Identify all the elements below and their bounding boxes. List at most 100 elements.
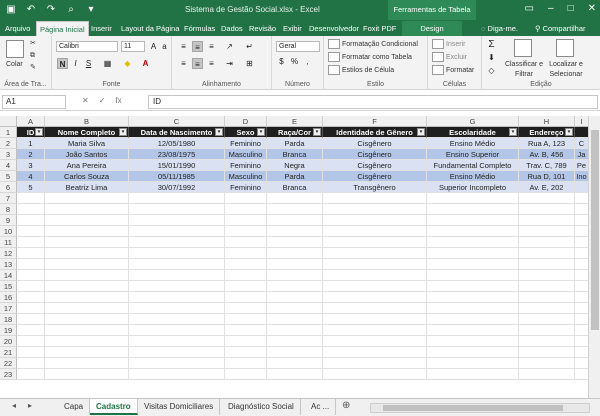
empty-cell[interactable]: [129, 281, 225, 292]
empty-cell[interactable]: [575, 369, 588, 380]
empty-cell[interactable]: [129, 248, 225, 259]
empty-cell[interactable]: [427, 347, 519, 358]
share-button[interactable]: ⚲ Compartilhar: [532, 21, 589, 36]
filter-dropdown-icon[interactable]: ▾: [313, 128, 321, 136]
empty-cell[interactable]: [575, 237, 588, 248]
prev-sheet-icon[interactable]: ◂: [12, 401, 16, 410]
select-all-corner[interactable]: [0, 116, 17, 127]
tab-arquivo[interactable]: Arquivo: [2, 21, 33, 36]
empty-cell[interactable]: [427, 270, 519, 281]
filter-dropdown-icon[interactable]: ▾: [119, 128, 127, 136]
empty-cell[interactable]: [17, 358, 45, 369]
horizontal-scroll-thumb[interactable]: [383, 405, 563, 411]
table-header-cell[interactable]: [575, 127, 588, 138]
empty-cell[interactable]: [17, 292, 45, 303]
empty-cell[interactable]: [519, 358, 575, 369]
empty-cell[interactable]: [519, 204, 575, 215]
empty-cell[interactable]: [45, 226, 129, 237]
row-header[interactable]: 23: [0, 369, 17, 380]
empty-cell[interactable]: [17, 237, 45, 248]
empty-cell[interactable]: [225, 347, 267, 358]
empty-cell[interactable]: [575, 248, 588, 259]
empty-cell[interactable]: [427, 325, 519, 336]
empty-cell[interactable]: [267, 292, 323, 303]
empty-cell[interactable]: [427, 215, 519, 226]
empty-cell[interactable]: [427, 248, 519, 259]
copy-icon[interactable]: ⧉: [30, 51, 35, 61]
paste-icon[interactable]: [6, 40, 24, 58]
empty-cell[interactable]: [17, 259, 45, 270]
table-cell[interactable]: Ana Pereira: [45, 160, 129, 171]
table-cell[interactable]: Superior Incompleto: [427, 182, 519, 193]
table-cell[interactable]: Cisgênero: [323, 138, 427, 149]
empty-cell[interactable]: [323, 248, 427, 259]
table-cell[interactable]: Ensino Médio: [427, 171, 519, 182]
empty-cell[interactable]: [17, 226, 45, 237]
table-cell[interactable]: Branca: [267, 149, 323, 160]
row-header[interactable]: 13: [0, 259, 17, 270]
empty-cell[interactable]: [575, 347, 588, 358]
maximize-icon[interactable]: □: [568, 3, 574, 14]
row-header[interactable]: 9: [0, 215, 17, 226]
tab-exibir[interactable]: Exibir: [280, 21, 305, 36]
empty-cell[interactable]: [17, 314, 45, 325]
table-cell[interactable]: 5: [17, 182, 45, 193]
empty-cell[interactable]: [17, 193, 45, 204]
empty-cell[interactable]: [129, 336, 225, 347]
indent-icon[interactable]: ⇥: [224, 58, 235, 69]
empty-cell[interactable]: [17, 204, 45, 215]
empty-cell[interactable]: [427, 259, 519, 270]
empty-cell[interactable]: [267, 237, 323, 248]
row-header[interactable]: 10: [0, 226, 17, 237]
empty-cell[interactable]: [519, 336, 575, 347]
empty-cell[interactable]: [427, 369, 519, 380]
empty-cell[interactable]: [267, 281, 323, 292]
empty-cell[interactable]: [575, 336, 588, 347]
empty-cell[interactable]: [267, 314, 323, 325]
empty-cell[interactable]: [45, 270, 129, 281]
table-cell[interactable]: Feminino: [225, 138, 267, 149]
empty-cell[interactable]: [45, 292, 129, 303]
sheet-tab-visitas[interactable]: Visitas Domiciliares: [138, 399, 221, 415]
row-header[interactable]: 17: [0, 303, 17, 314]
filter-dropdown-icon[interactable]: ▾: [215, 128, 223, 136]
empty-cell[interactable]: [427, 358, 519, 369]
empty-cell[interactable]: [267, 303, 323, 314]
cut-icon[interactable]: ✂: [30, 39, 36, 49]
table-cell[interactable]: 1: [17, 138, 45, 149]
row-header[interactable]: 2: [0, 138, 17, 149]
percent-icon[interactable]: %: [289, 56, 300, 67]
sheet-tab-more[interactable]: Ac ...: [305, 399, 337, 415]
decrease-font-icon[interactable]: a: [159, 41, 170, 52]
format-painter-icon[interactable]: ✎: [30, 63, 36, 73]
formula-input[interactable]: ID: [148, 95, 598, 109]
empty-cell[interactable]: [17, 369, 45, 380]
table-cell[interactable]: 3: [17, 160, 45, 171]
filter-dropdown-icon[interactable]: ▾: [257, 128, 265, 136]
empty-cell[interactable]: [45, 303, 129, 314]
column-header[interactable]: B: [45, 116, 129, 127]
cell-styles-button[interactable]: Estilos de Célula: [328, 65, 394, 76]
row-header[interactable]: 14: [0, 270, 17, 281]
empty-cell[interactable]: [323, 204, 427, 215]
filter-dropdown-icon[interactable]: ▾: [509, 128, 517, 136]
thousands-icon[interactable]: ,: [302, 56, 313, 67]
empty-cell[interactable]: [129, 347, 225, 358]
merge-center-icon[interactable]: ⊞: [244, 58, 255, 69]
row-header[interactable]: 22: [0, 358, 17, 369]
empty-cell[interactable]: [519, 303, 575, 314]
fill-color-icon[interactable]: ◆: [122, 58, 133, 69]
increase-font-icon[interactable]: A: [148, 41, 159, 52]
empty-cell[interactable]: [323, 270, 427, 281]
table-header-cell[interactable]: ID ▾: [17, 127, 45, 138]
empty-cell[interactable]: [225, 215, 267, 226]
column-header[interactable]: A: [17, 116, 45, 127]
table-cell[interactable]: Cisgênero: [323, 149, 427, 160]
table-cell[interactable]: Parda: [267, 138, 323, 149]
empty-cell[interactable]: [519, 369, 575, 380]
empty-cell[interactable]: [323, 259, 427, 270]
vertical-scroll-thumb[interactable]: [591, 130, 599, 330]
column-header[interactable]: D: [225, 116, 267, 127]
align-left-icon[interactable]: ≡: [178, 58, 189, 69]
table-cell[interactable]: 23/08/1975: [129, 149, 225, 160]
